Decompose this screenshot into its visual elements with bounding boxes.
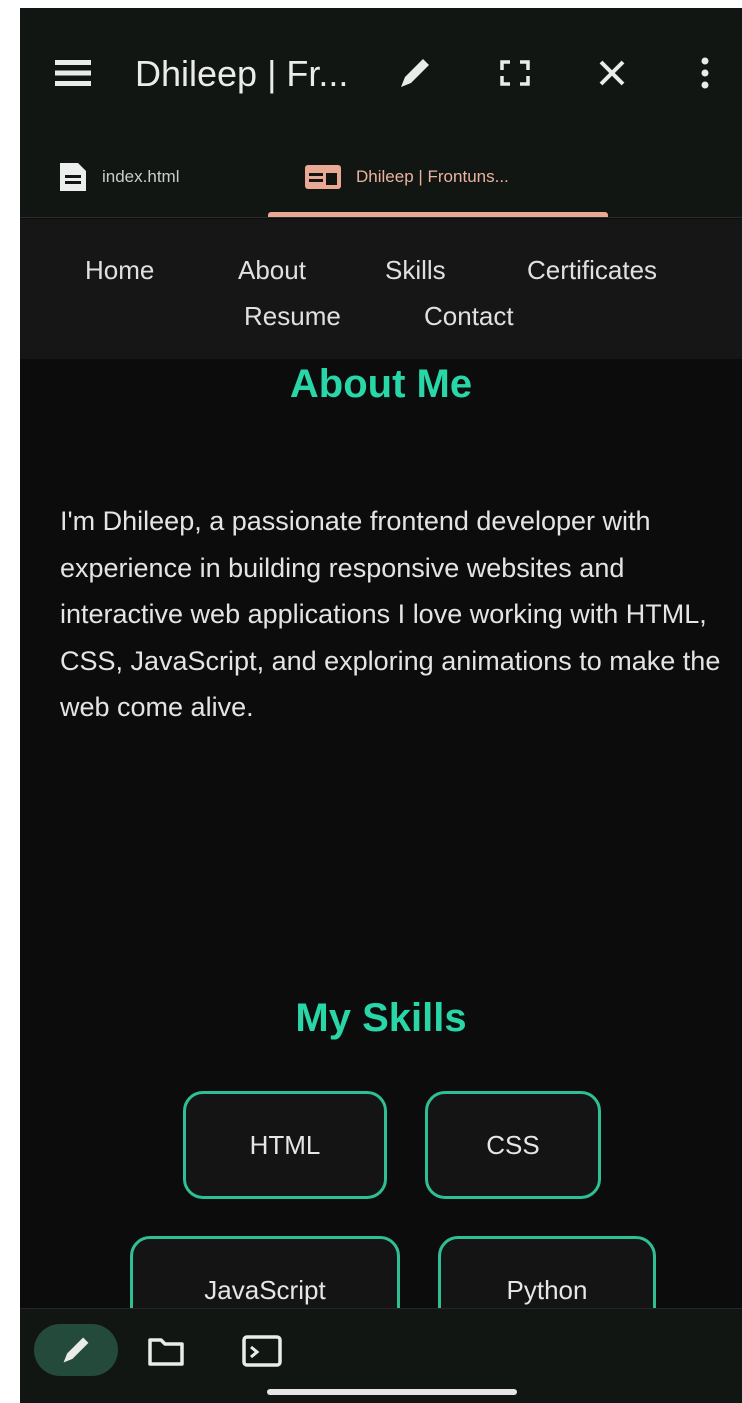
app-title: Dhileep | Fr... [135, 53, 349, 94]
site-navigation: Home About Skills Certificates Resume Co… [20, 219, 742, 359]
home-indicator[interactable] [267, 1389, 517, 1395]
tab-index-html[interactable]: index.html [58, 136, 258, 218]
fullscreen-button[interactable] [485, 48, 545, 98]
edit-button[interactable] [385, 48, 445, 98]
pencil-icon [401, 59, 429, 87]
skill-card-css: CSS [425, 1091, 601, 1199]
preview-button[interactable] [240, 1331, 284, 1371]
nav-link-about[interactable]: About [238, 255, 306, 286]
bottom-bar [20, 1308, 742, 1403]
tab-bar: index.html Dhileep | Frontuns... [20, 136, 742, 218]
close-button[interactable] [582, 48, 642, 98]
fullscreen-icon [500, 60, 530, 86]
nav-link-contact[interactable]: Contact [424, 301, 514, 332]
more-vertical-icon [701, 57, 709, 89]
nav-link-certificates[interactable]: Certificates [527, 255, 657, 286]
nav-link-home[interactable]: Home [85, 255, 154, 286]
skill-card-html: HTML [183, 1091, 387, 1199]
bottom-edit-button[interactable] [34, 1324, 118, 1376]
skills-heading: My Skills [295, 996, 467, 1040]
terminal-icon [242, 1335, 282, 1367]
more-options-button[interactable] [680, 48, 730, 98]
nav-link-resume[interactable]: Resume [244, 301, 341, 332]
about-heading: About Me [289, 362, 473, 406]
phone-screen: Dhileep | Fr... index.html Dhileep | Fro… [20, 8, 742, 1403]
close-icon [599, 60, 625, 86]
pencil-icon [63, 1337, 89, 1363]
nav-link-skills[interactable]: Skills [385, 255, 446, 286]
tab-label: index.html [102, 167, 180, 186]
app-bar: Dhileep | Fr... [20, 8, 742, 136]
files-button[interactable] [146, 1331, 186, 1371]
about-paragraph: I'm Dhileep, a passionate frontend devel… [60, 506, 721, 722]
tab-dhileep-preview[interactable]: Dhileep | Frontuns... [268, 136, 608, 218]
menu-button[interactable] [48, 48, 98, 98]
tab-label: Dhileep | Frontuns... [356, 167, 509, 186]
menu-icon [55, 60, 91, 86]
folder-icon [148, 1338, 184, 1366]
file-icon [60, 163, 86, 191]
active-tab-indicator [268, 212, 608, 217]
browser-window-icon [305, 165, 341, 189]
